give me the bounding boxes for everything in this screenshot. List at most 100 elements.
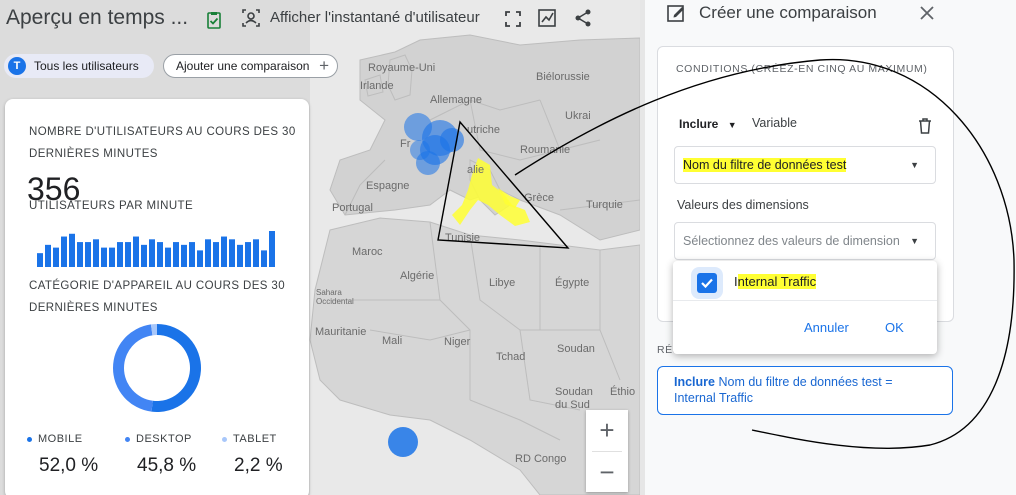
dimension-values-dropdown: Internal Traffic Annuler OK — [673, 261, 937, 354]
user-snapshot-icon[interactable] — [240, 7, 262, 29]
panel-header: Créer une comparaison — [645, 0, 1016, 34]
mobile-percent: 52,0 % — [39, 455, 99, 476]
comparison-result-summary: Inclure Nom du filtre de données test = … — [657, 366, 953, 415]
map-label-tchad: Tchad — [496, 351, 526, 363]
add-comparison-label: Ajouter une comparaison — [176, 59, 310, 73]
map-label-roumanie: Roumanie — [520, 144, 571, 156]
map-label-royaume-uni: Royaume-Uni — [368, 62, 436, 74]
map-label-soudan-du-sud: Soudan du Sud — [555, 386, 593, 411]
map-label-soudan: Soudan — [557, 343, 595, 355]
per-minute-bar — [173, 242, 179, 267]
option-internal-traffic[interactable]: Internal Traffic — [673, 263, 937, 301]
map-label-irlande: Irlande — [360, 80, 394, 92]
map-label-italie: alie — [467, 164, 485, 176]
all-users-chip[interactable]: T Tous les utilisateurs — [4, 54, 154, 78]
per-minute-bar — [53, 247, 59, 267]
include-dropdown[interactable]: Inclure ▼ — [679, 117, 737, 131]
include-label: Inclure — [679, 117, 719, 131]
per-minute-bar — [101, 247, 107, 267]
zoom-out-button[interactable]: − — [586, 452, 628, 493]
delete-icon[interactable] — [914, 115, 936, 137]
map-label-grece: Grèce — [524, 192, 554, 204]
per-minute-bar — [165, 247, 171, 267]
map-label-portugal: Portugal — [332, 202, 373, 214]
result-bold: Inclure — [674, 375, 715, 389]
all-users-label: Tous les utilisateurs — [34, 59, 139, 73]
edit-comparison-icon — [665, 2, 687, 24]
caret-down-icon: ▼ — [910, 160, 919, 170]
map-label-egypte: Égypte — [555, 277, 590, 289]
caret-down-icon: ▼ — [910, 236, 919, 246]
donut-slice-mobile — [151, 324, 201, 412]
conditions-title: CONDITIONS (CRÉEZ-EN CINQ AU MAXIMUM) — [676, 63, 928, 75]
per-minute-bar — [253, 239, 259, 267]
per-minute-bar — [245, 242, 251, 267]
legend-tablet: TABLET — [222, 433, 277, 445]
desktop-percent: 45,8 % — [137, 455, 197, 476]
snapshot-link[interactable]: Afficher l'instantané d'utilisateur — [270, 9, 480, 26]
option-label: Internal Traffic — [734, 274, 817, 289]
per-minute-label: UTILISATEURS PAR MINUTE — [29, 200, 194, 212]
per-minute-bar — [45, 244, 51, 267]
add-comparison-button[interactable]: Ajouter une comparaison + — [163, 54, 338, 78]
per-minute-bar — [93, 239, 99, 267]
map-label-allemagne: Allemagne — [430, 94, 482, 106]
map-label-mali: Mali — [382, 335, 403, 347]
checkbox-checked-icon[interactable] — [697, 273, 717, 293]
per-minute-bar — [229, 239, 235, 267]
insights-chart-icon[interactable] — [536, 7, 558, 29]
page-title: Aperçu en temps ... — [6, 6, 189, 29]
donut-slice-desktop — [113, 324, 153, 412]
variable-label: Variable — [752, 116, 797, 130]
map-label-ukraine: Ukrai — [565, 110, 591, 122]
device-donut-chart — [113, 324, 201, 412]
verified-check-icon[interactable] — [203, 9, 225, 31]
share-icon[interactable] — [572, 7, 594, 29]
per-minute-bar — [77, 242, 83, 267]
filter-name-value: Nom du filtre de données test — [683, 158, 847, 172]
avatar: T — [8, 57, 26, 75]
map-label-algerie: Algérie — [400, 270, 435, 282]
zoom-in-button[interactable]: + — [586, 410, 628, 451]
legend-dot — [27, 436, 32, 442]
legend-desktop: DESKTOP — [125, 433, 192, 445]
per-minute-bar — [149, 239, 155, 267]
device-heading: CATÉGORIE D'APPAREIL AU COURS DES 30 DER… — [29, 280, 286, 314]
per-minute-bar — [117, 242, 123, 267]
legend-dot — [125, 436, 130, 442]
per-minute-bar-chart — [37, 231, 275, 267]
per-minute-bar — [213, 242, 219, 267]
per-minute-bar — [37, 253, 43, 267]
map-label-ethiopie: Éthio — [610, 386, 636, 398]
map-label-fr: Fr — [400, 138, 411, 150]
legend-label: TABLET — [233, 433, 277, 445]
dimension-values-select[interactable]: Sélectionnez des valeurs de dimension ▼ — [674, 222, 936, 260]
map-label-espagne: Espagne — [366, 180, 410, 192]
map-label-bielorussie: Biélorussie — [536, 71, 590, 83]
per-minute-bar — [205, 239, 211, 267]
per-minute-bar — [261, 250, 267, 267]
legend-label: MOBILE — [38, 433, 83, 445]
per-minute-bar — [85, 242, 91, 267]
plus-icon: + — [319, 56, 329, 75]
map-label-autriche: utriche — [467, 124, 501, 136]
legend-label: DESKTOP — [136, 433, 192, 445]
close-icon[interactable] — [916, 2, 938, 24]
comparison-panel: Créer une comparaison CONDITIONS (CRÉEZ-… — [645, 0, 1016, 495]
per-minute-bar — [141, 244, 147, 267]
filter-name-select[interactable]: Nom du filtre de données test ▼ — [674, 146, 936, 184]
per-minute-bar — [197, 250, 203, 267]
tablet-percent: 2,2 % — [234, 455, 283, 476]
users-heading: NOMBRE D'UTILISATEURS AU COURS DES 30 DE… — [29, 126, 296, 160]
per-minute-bar — [109, 247, 115, 267]
per-minute-bar — [181, 244, 187, 267]
map-label-turquie: Turquie — [586, 199, 623, 211]
cancel-button[interactable]: Annuler — [804, 320, 849, 335]
map-label-tunisie: Tunisie — [445, 232, 481, 244]
realtime-stats-card: NOMBRE D'UTILISATEURS AU COURS DES 30 DE… — [5, 99, 309, 495]
per-minute-bar — [69, 233, 75, 267]
map-label-rd-congo: RD Congo — [515, 453, 567, 465]
per-minute-bar — [61, 236, 67, 267]
fullscreen-icon[interactable] — [502, 8, 524, 30]
ok-button[interactable]: OK — [885, 320, 904, 335]
